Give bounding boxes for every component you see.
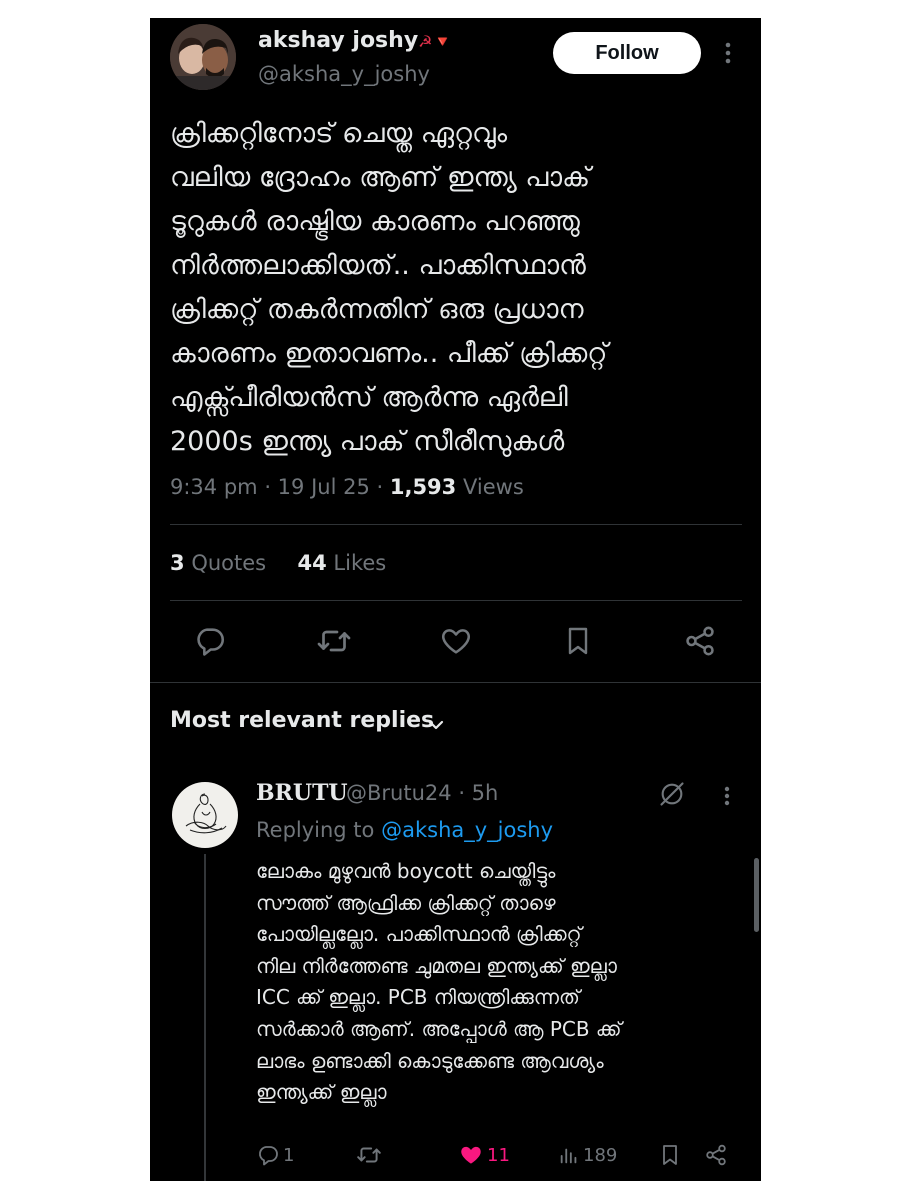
bookmark-button[interactable] — [558, 621, 598, 661]
views-icon — [560, 1148, 577, 1164]
divider — [170, 524, 742, 525]
author-name-emoji: ☭🔻 — [418, 32, 453, 51]
bookmark-icon — [568, 627, 588, 655]
reply-reply-button[interactable]: 1 — [256, 1142, 294, 1168]
divider — [170, 600, 742, 601]
tweet-text: ക്രിക്കറ്റിനോട് ചെയ്ത ഏറ്റവും വലിയ ദ്രോഹ… — [170, 112, 730, 464]
replies-sort-label[interactable]: Most relevant replies — [170, 708, 434, 733]
reply-icon — [259, 1146, 278, 1166]
reply-line: സൗത്ത് ആഫ്രിക്ക ക്രിക്കറ്റ് താഴെ — [256, 890, 556, 915]
more-vertical-icon[interactable] — [718, 38, 738, 68]
tweet-meta: 9:34 pm · 19 Jul 25 · 1,593 Views — [170, 475, 524, 499]
follow-button[interactable]: Follow — [553, 32, 701, 74]
reply-reply-count: 1 — [283, 1144, 295, 1166]
tweet-stats: 3 Quotes 44 Likes — [170, 551, 386, 575]
tweet-time[interactable]: 9:34 pm — [170, 475, 258, 499]
reply-line: നില നിർത്തേണ്ട ചുമതല ഇന്ത്യക്ക് ഇല്ലാ — [256, 953, 617, 978]
reply-more-icon[interactable] — [720, 782, 734, 810]
tweet-line: 2000s ഇന്ത്യ പാക് സീരീസുകൾ — [170, 426, 565, 457]
reply-text: ലോകം മുഴുവൻ boycott ചെയ്തിട്ടും സൗത്ത് ആ… — [256, 856, 736, 1109]
tweet-line: എക്സ്പീരിയൻസ് ആർന്നു ഏർലി — [170, 382, 568, 413]
tweet-line: ക്രിക്കറ്റിനോട് ചെയ്ത ഏറ്റവും — [170, 118, 508, 149]
replying-handle-link[interactable]: @aksha_y_joshy — [381, 818, 553, 842]
retweet-icon — [317, 630, 351, 652]
retweet-icon — [357, 1147, 381, 1163]
author-name[interactable]: akshay joshy☭🔻 — [258, 28, 452, 53]
reply-share-button[interactable] — [704, 1142, 728, 1168]
views-label: Views — [462, 475, 524, 499]
heart-filled-icon — [461, 1146, 481, 1164]
reply-retweet-button[interactable] — [356, 1142, 382, 1168]
bookmark-icon — [663, 1145, 677, 1165]
like-button[interactable] — [436, 621, 476, 661]
author-avatar[interactable] — [170, 24, 236, 90]
thread-line — [204, 854, 206, 1181]
reply-age: 5h — [471, 781, 499, 805]
reply-avatar[interactable] — [172, 782, 238, 848]
reply-line: ഇന്ത്യക്ക് ഇല്ലാ — [256, 1080, 387, 1105]
reply-views-button[interactable]: 189 — [558, 1142, 617, 1168]
reply-line: സർക്കാർ ആണ്. അപ്പോൾ ആ PCB ക്ക് — [256, 1016, 622, 1041]
tweet-line: വലിയ ദ്രോഹം ആണ് ഇന്ത്യ പാക് — [170, 162, 591, 193]
like-icon — [442, 629, 470, 654]
tweet-line: കാരണം ഇതാവണം.. പീക്ക് ക്രിക്കറ്റ് — [170, 338, 608, 369]
quotes-stat[interactable]: 3 Quotes — [170, 551, 266, 575]
reply-like-button[interactable]: 11 — [458, 1142, 510, 1168]
replying-to: Replying to @aksha_y_joshy — [256, 818, 553, 842]
share-icon — [706, 1144, 726, 1166]
views-count: 1,593 — [389, 475, 457, 499]
likes-stat[interactable]: 44 Likes — [297, 551, 386, 575]
share-icon — [686, 626, 714, 656]
share-button[interactable] — [680, 621, 720, 661]
reply-line: ICC ക്ക് ഇല്ലാ. PCB നിയന്ത്രിക്കുന്നത് — [256, 985, 580, 1010]
reply-author-meta: @Brutu24 · 5h — [346, 781, 499, 805]
reply-line: പോയില്ലല്ലോ. പാക്കിസ്ഥാൻ ക്രിക്കറ്റ് — [256, 922, 582, 947]
section-divider — [150, 682, 761, 683]
reply-line: ലാഭം ഉണ്ടാക്കി കൊടുക്കേണ്ട ആവശ്യം — [256, 1048, 604, 1073]
replying-prefix: Replying to — [256, 818, 375, 842]
grok-icon[interactable] — [658, 780, 686, 808]
tweet-date[interactable]: 19 Jul 25 — [278, 475, 370, 499]
reply-view-count: 189 — [583, 1144, 618, 1166]
reply-line: ലോകം മുഴുവൻ boycott ചെയ്തിട്ടും — [256, 859, 556, 883]
scrollbar[interactable] — [754, 858, 759, 932]
reply-author-name[interactable]: BRUTU — [256, 780, 348, 806]
reply-button[interactable] — [190, 621, 230, 661]
retweet-button[interactable] — [314, 621, 354, 661]
tweet-line: ടൂറുകൾ രാഷ്ട്രിയ കാരണം പറഞ്ഞു — [170, 206, 580, 237]
x-post-screen: akshay joshy☭🔻 @aksha_y_joshy Follow ക്ര… — [150, 18, 761, 1181]
reply-author-handle[interactable]: @Brutu24 — [346, 781, 452, 805]
tweet-line: നിർത്തലാക്കിയത്.. പാക്കിസ്ഥാൻ — [170, 250, 586, 281]
reply-icon — [197, 628, 225, 656]
reply-like-count: 11 — [487, 1144, 510, 1166]
chevron-down-icon[interactable] — [426, 715, 446, 735]
tweet-line: ക്രിക്കറ്റ് തകർന്നതിന് ഒരു പ്രധാന — [170, 294, 584, 325]
reply-bookmark-button[interactable] — [658, 1142, 682, 1168]
author-handle[interactable]: @aksha_y_joshy — [258, 62, 430, 86]
